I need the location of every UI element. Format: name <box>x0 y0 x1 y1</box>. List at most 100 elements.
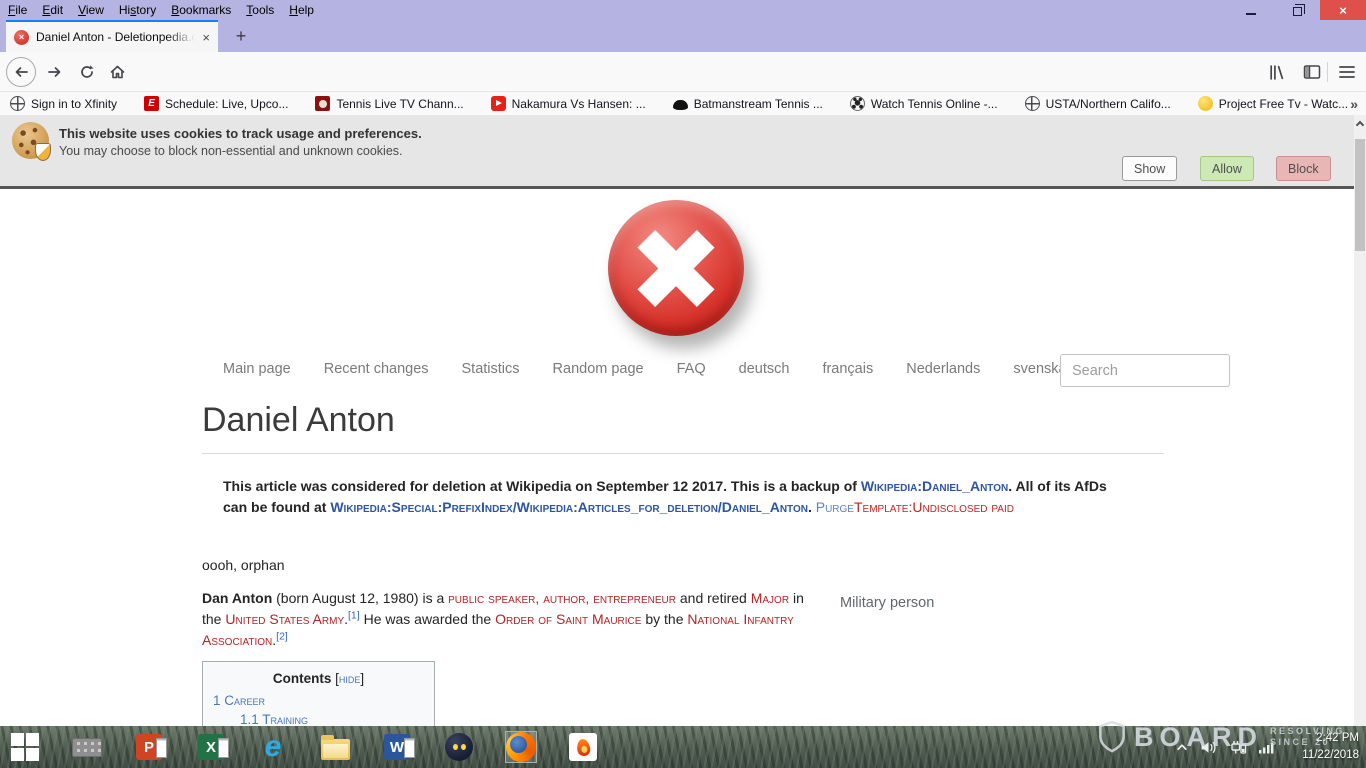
bookmarks-overflow-chevron[interactable]: » <box>1350 96 1358 112</box>
sidebar-button[interactable] <box>1297 57 1327 87</box>
back-button[interactable] <box>6 57 36 87</box>
firefox-button-active[interactable] <box>506 732 536 762</box>
nav-random-page[interactable]: Random page <box>553 361 644 377</box>
search-input[interactable] <box>1060 354 1230 387</box>
clock-date: 11/22/2018 <box>1302 747 1359 764</box>
afd-prefixindex-link[interactable]: Wikipedia:Special:PrefixIndex/Wikipedia:… <box>330 499 808 515</box>
nav-main-page[interactable]: Main page <box>223 361 291 377</box>
reference-1-link[interactable]: [1] <box>348 609 360 621</box>
author-link[interactable]: author <box>543 590 585 606</box>
close-window-button[interactable]: × <box>1320 0 1366 20</box>
menu-bookmarks[interactable]: Bookmarks <box>171 3 231 17</box>
word-icon: W <box>384 734 410 760</box>
tab-bar: × Daniel Anton - Deletionpedia.o × + <box>0 20 1366 52</box>
hamburger-menu-button[interactable] <box>1332 57 1362 87</box>
word-button[interactable]: W <box>382 732 412 762</box>
keyboard-icon <box>72 738 102 757</box>
toc-item-training[interactable]: 1.1 Training <box>213 712 424 726</box>
nav-faq[interactable]: FAQ <box>677 361 706 377</box>
orphan-note: oooh, orphan <box>202 557 285 573</box>
menu-tools[interactable]: Tools <box>246 3 274 17</box>
internet-explorer-button[interactable]: e <box>258 732 288 762</box>
clock-time: 2:42 PM <box>1302 730 1359 747</box>
cookie-block-button[interactable]: Block <box>1276 156 1331 181</box>
tab-close-icon[interactable]: × <box>202 30 210 45</box>
new-tab-button[interactable]: + <box>228 23 254 49</box>
reload-button[interactable] <box>72 57 102 87</box>
tray-expand-chevron-icon[interactable] <box>1175 741 1189 753</box>
espn-icon: E <box>144 96 159 111</box>
paragraph-text: (born August 12, 1980) is a <box>272 590 448 606</box>
network-signal-icon[interactable] <box>1258 740 1276 754</box>
bookmark-batmanstream[interactable]: Batmanstream Tennis ... <box>673 97 823 111</box>
paragraph-text: by the <box>641 611 687 627</box>
internet-explorer-icon: e <box>265 734 282 760</box>
bookmark-label: Schedule: Live, Upco... <box>165 97 288 111</box>
nav-nederlands[interactable]: Nederlands <box>906 361 980 377</box>
tab-title: Daniel Anton - Deletionpedia.o <box>36 30 195 44</box>
active-tab[interactable]: × Daniel Anton - Deletionpedia.o × <box>6 20 218 52</box>
cookie-allow-button[interactable]: Allow <box>1200 156 1254 181</box>
menu-view[interactable]: View <box>78 3 104 17</box>
nav-statistics[interactable]: Statistics <box>462 361 520 377</box>
subject-name: Dan Anton <box>202 590 272 606</box>
us-army-link[interactable]: United States Army <box>225 611 344 627</box>
library-button[interactable] <box>1261 57 1291 87</box>
dark-ball-icon <box>445 733 473 761</box>
taskbar-clock[interactable]: 2:42 PM 11/22/2018 <box>1302 730 1359 764</box>
touch-keyboard-button[interactable] <box>72 732 102 762</box>
undisclosed-paid-template-link[interactable]: Template:Undisclosed paid <box>854 499 1014 515</box>
wikipedia-backup-link[interactable]: Wikipedia:Daniel_Anton <box>861 478 1008 494</box>
bookmark-project-free-tv[interactable]: Project Free Tv - Watc... <box>1198 96 1348 111</box>
toc-hide-link[interactable]: hide <box>339 671 361 686</box>
reference-2-link[interactable]: [2] <box>276 630 288 642</box>
nav-deutsch[interactable]: deutsch <box>739 361 790 377</box>
scroll-up-arrow-icon[interactable] <box>1356 121 1364 129</box>
bookmark-label: Tennis Live TV Chann... <box>336 97 463 111</box>
menu-history[interactable]: History <box>119 3 156 17</box>
flame-app-icon <box>569 733 597 761</box>
home-button[interactable] <box>102 57 132 87</box>
file-explorer-button[interactable] <box>320 732 350 762</box>
site-navigation: Main page Recent changes Statistics Rand… <box>223 361 1067 377</box>
bookmark-tennis-tv[interactable]: Tennis Live TV Chann... <box>315 96 463 111</box>
purge-link[interactable]: Purge <box>816 499 854 515</box>
power-battery-icon[interactable] <box>1228 740 1247 755</box>
menu-edit[interactable]: Edit <box>42 3 63 17</box>
bookmark-espn-schedule[interactable]: E Schedule: Live, Upco... <box>144 96 288 111</box>
dark-app-button[interactable] <box>444 732 474 762</box>
public-speaker-link[interactable]: public speaker <box>448 590 535 606</box>
bookmark-youtube[interactable]: Nakamura Vs Hansen: ... <box>491 96 646 111</box>
powerpoint-button[interactable]: P <box>134 732 164 762</box>
volume-icon[interactable] <box>1200 740 1217 755</box>
order-saint-maurice-link[interactable]: Order of Saint Maurice <box>495 611 641 627</box>
entrepreneur-link[interactable]: entrepreneur <box>593 590 676 606</box>
toc-item-career[interactable]: 1 Career <box>213 693 424 708</box>
close-icon: × <box>1339 3 1347 18</box>
menu-help[interactable]: Help <box>289 3 314 17</box>
bookmarks-bar: Sign in to Xfinity E Schedule: Live, Upco… <box>0 92 1366 115</box>
infobox-heading: Military person <box>840 595 934 611</box>
excel-button[interactable]: X <box>196 732 226 762</box>
nav-svenska[interactable]: svenska <box>1013 361 1066 377</box>
page-scrollbar[interactable] <box>1354 115 1366 726</box>
cookie-show-button[interactable]: Show <box>1122 156 1177 181</box>
site-favicon-icon: × <box>14 30 29 45</box>
scrollbar-thumb[interactable] <box>1355 139 1365 251</box>
table-of-contents: Contents [hide] 1 Career 1.1 Training <box>202 661 435 726</box>
start-button[interactable] <box>10 732 40 762</box>
cookie-banner-subtitle: You may choose to block non-essential an… <box>59 144 403 158</box>
paragraph-text: He was awarded the <box>360 611 495 627</box>
paragraph-text: and retired <box>676 590 751 606</box>
menu-file[interactable]: File <box>8 3 27 17</box>
bookmark-xfinity[interactable]: Sign in to Xfinity <box>10 96 117 111</box>
restore-button[interactable] <box>1274 0 1320 20</box>
flame-app-button[interactable] <box>568 732 598 762</box>
nav-francais[interactable]: français <box>822 361 873 377</box>
major-link[interactable]: Major <box>751 590 789 606</box>
bookmark-watch-tennis[interactable]: Watch Tennis Online -... <box>850 96 998 111</box>
nav-recent-changes[interactable]: Recent changes <box>324 361 429 377</box>
forward-button[interactable] <box>40 57 70 87</box>
minimize-button[interactable] <box>1228 0 1274 20</box>
bookmark-usta[interactable]: USTA/Northern Califo... <box>1025 96 1171 111</box>
